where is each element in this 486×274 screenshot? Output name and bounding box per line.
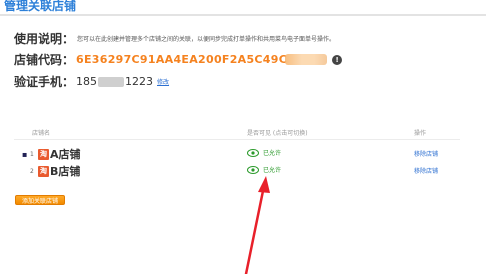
phone-value: 185 1223 bbox=[76, 75, 153, 88]
column-header-actions: 操作 bbox=[414, 130, 427, 137]
table-row: ▪ 1 淘 A店铺 bbox=[22, 146, 81, 162]
usage-description: 您可以在此创建并管理多个店铺之间的关联，以便同步完成打单操作和共用菜鸟电子面单号… bbox=[77, 36, 336, 43]
row-index: 1 bbox=[30, 150, 34, 158]
phone-label: 验证手机： bbox=[14, 75, 75, 89]
store-name: A店铺 bbox=[50, 148, 81, 161]
phone-suffix: 1223 bbox=[125, 75, 154, 88]
eye-icon bbox=[247, 148, 259, 157]
visibility-status: 已允许 bbox=[263, 150, 282, 157]
shop-icon: 淘 bbox=[38, 165, 49, 177]
column-header-visibility: 是否可见 (点击可切换) bbox=[247, 130, 308, 137]
store-code-row: 店铺代码： 6E36297C91AA4EA200F2A5C49C ! bbox=[14, 51, 343, 68]
store-code-label: 店铺代码： bbox=[14, 53, 75, 67]
redaction-mask bbox=[98, 76, 125, 87]
table-header-divider bbox=[14, 139, 460, 140]
phone-row: 验证手机： 185 1223 修改 bbox=[14, 73, 169, 90]
column-header-store-name: 店铺名 bbox=[32, 130, 51, 137]
store-code-value: 6E36297C91AA4EA200F2A5C49C bbox=[76, 53, 288, 66]
table-row: 2 淘 B店铺 bbox=[22, 163, 80, 179]
info-icon[interactable]: ! bbox=[332, 54, 343, 65]
shop-icon: 淘 bbox=[38, 148, 49, 160]
visibility-toggle[interactable]: 已允许 bbox=[247, 148, 281, 157]
store-name: B店铺 bbox=[50, 165, 81, 178]
redaction-mask bbox=[285, 54, 328, 65]
modify-phone-link[interactable]: 修改 bbox=[157, 77, 169, 86]
add-linked-store-button[interactable]: 添加关联店铺 bbox=[15, 195, 65, 205]
page-title: 管理关联店铺 bbox=[4, 0, 77, 13]
row-bullet: ▪ bbox=[22, 149, 28, 159]
usage-row: 使用说明： 您可以在此创建并管理多个店铺之间的关联，以便同步完成打单操作和共用菜… bbox=[14, 30, 335, 47]
usage-label: 使用说明： bbox=[14, 32, 75, 46]
title-divider bbox=[0, 14, 486, 16]
phone-prefix: 185 bbox=[76, 75, 98, 88]
eye-icon bbox=[247, 165, 259, 174]
remove-store-link[interactable]: 移除店铺 bbox=[414, 149, 438, 158]
remove-store-link[interactable]: 移除店铺 bbox=[414, 166, 438, 175]
row-index: 2 bbox=[30, 167, 34, 175]
visibility-toggle[interactable]: 已允许 bbox=[247, 165, 281, 174]
visibility-status: 已允许 bbox=[263, 167, 282, 174]
